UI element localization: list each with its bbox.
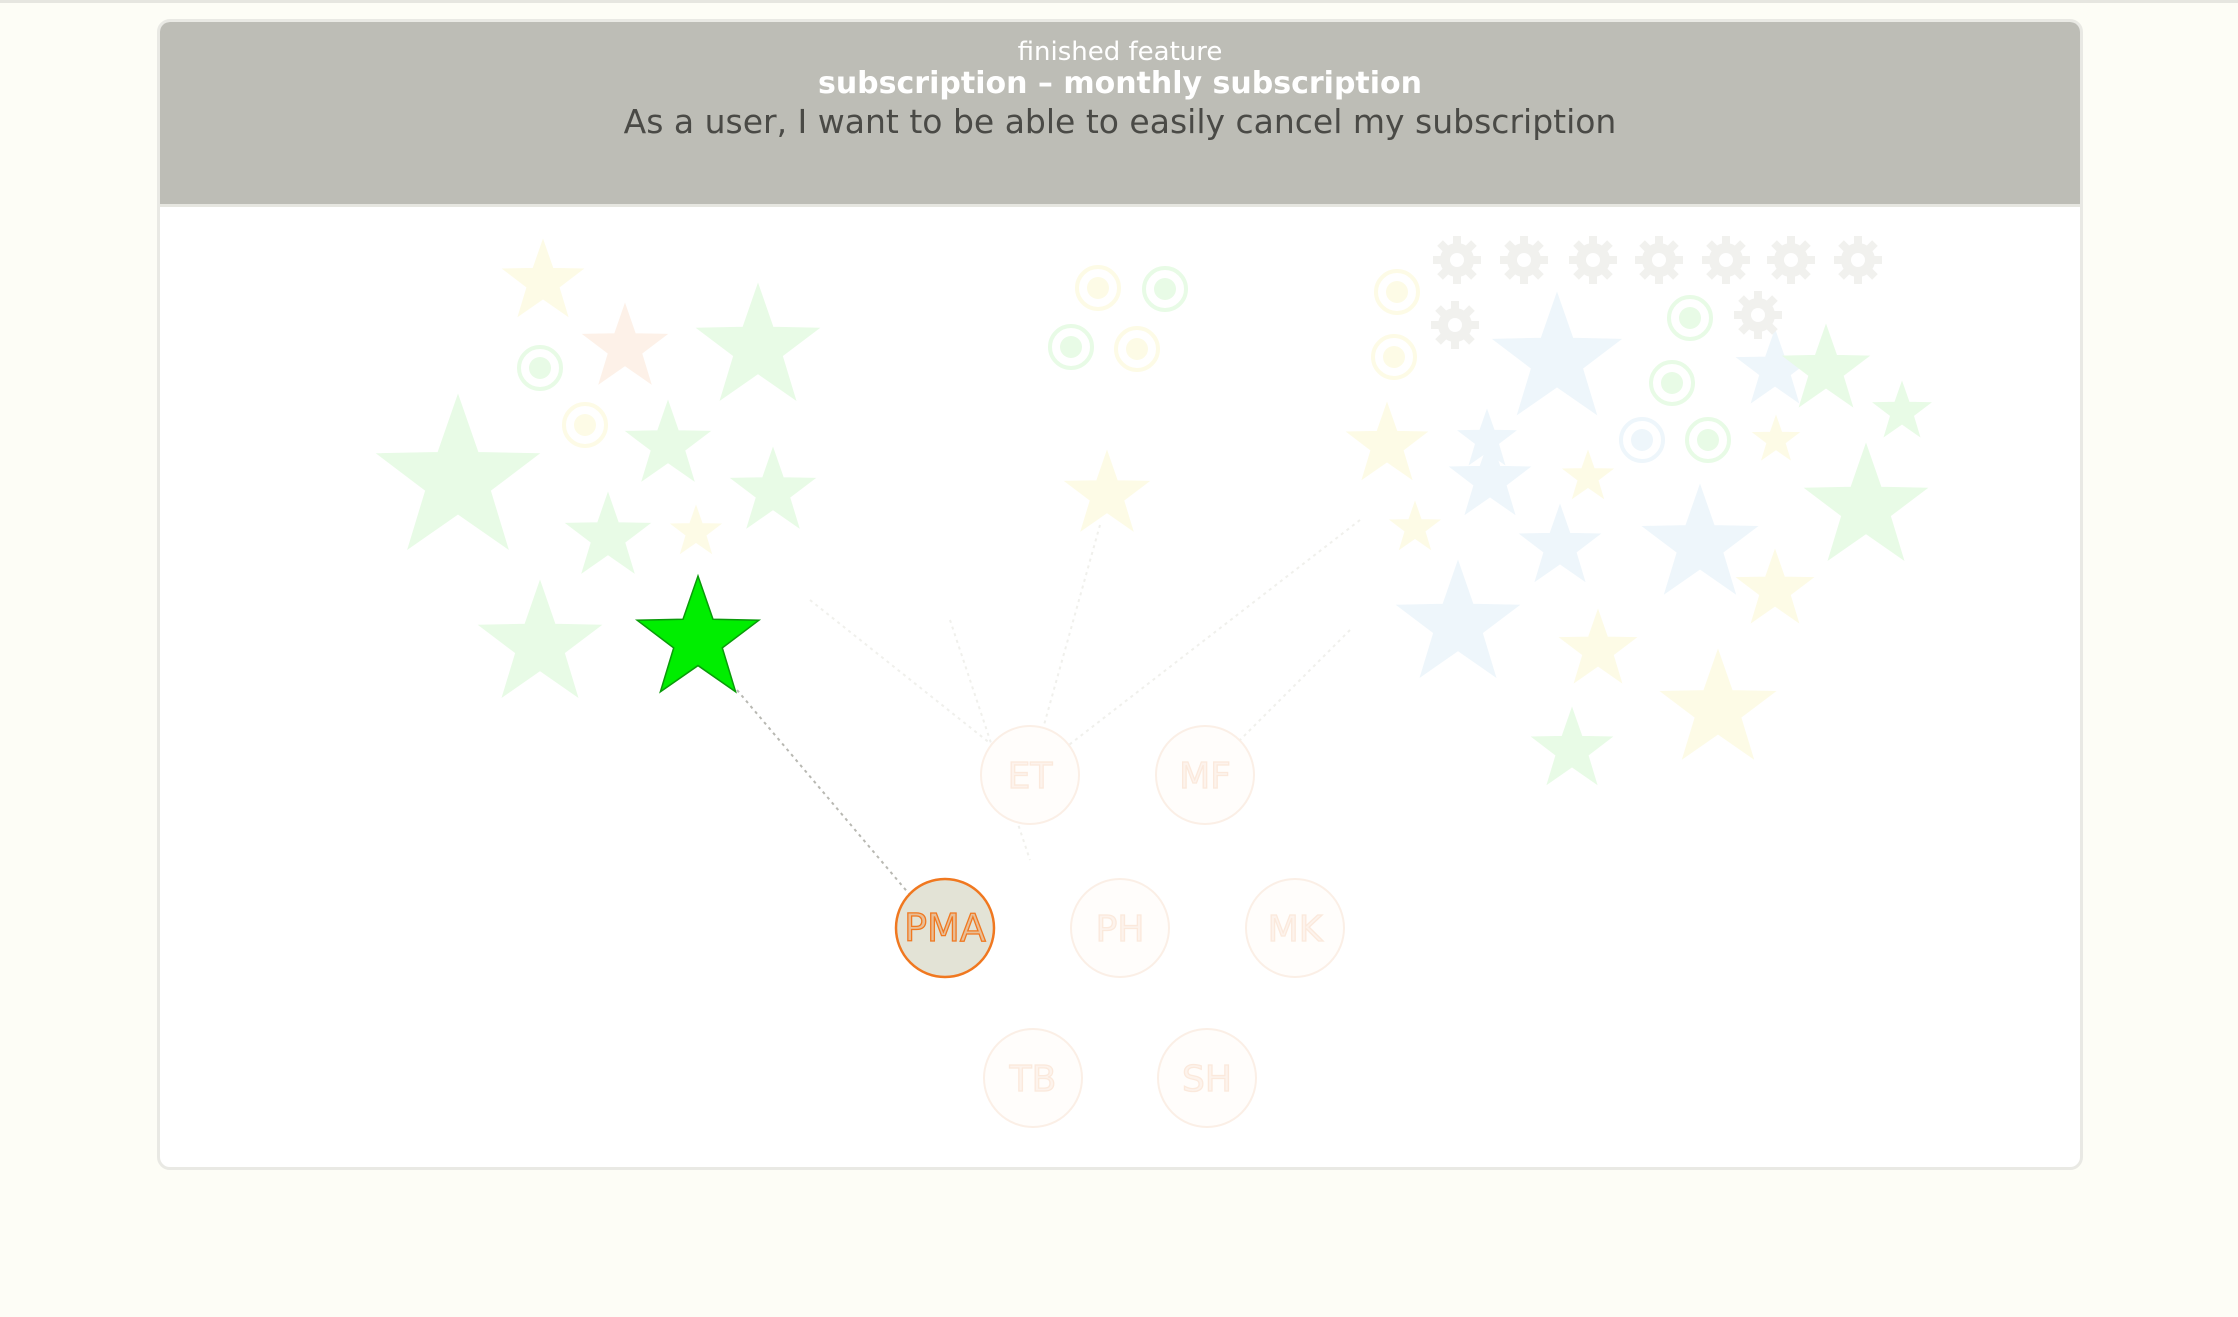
- star-icon: [1518, 503, 1602, 583]
- star-icon: [1530, 706, 1614, 786]
- active-link: [736, 689, 911, 896]
- ring-icon: [1048, 324, 1094, 370]
- gear-icon: [1767, 236, 1815, 284]
- gear-icon: [1431, 301, 1479, 349]
- team-member-initials: PMA: [904, 906, 986, 950]
- star-icon: [695, 282, 821, 402]
- star-icon: [1561, 449, 1615, 500]
- ring-icon: [517, 345, 563, 391]
- team-member-initials: MK: [1268, 909, 1324, 950]
- team-member-initials: MF: [1179, 756, 1231, 797]
- ring-icon: [1685, 417, 1731, 463]
- star-icon: [1751, 414, 1801, 461]
- star-icon: [1803, 442, 1929, 562]
- user-story-text: As a user, I want to be able to easily c…: [623, 102, 1617, 141]
- team-member-sh[interactable]: SH: [1157, 1028, 1257, 1128]
- star-icon: [1735, 548, 1815, 624]
- star-icon: [1388, 500, 1442, 551]
- star-icon: [501, 238, 585, 318]
- star-icon: [669, 504, 723, 555]
- gear-icon: [1433, 236, 1481, 284]
- gear-icon: [1734, 291, 1782, 339]
- team-member-initials: SH: [1182, 1059, 1232, 1100]
- star-icon: [624, 399, 712, 482]
- ring-icon: [1142, 266, 1188, 312]
- star-icon: [564, 491, 652, 574]
- gear-icon: [1500, 236, 1548, 284]
- feature-graph: ET MF PMA PH MK TB SH: [375, 236, 1932, 1128]
- star-icon: [1659, 648, 1777, 760]
- top-border: [0, 0, 2238, 3]
- gear-icon: [1834, 236, 1882, 284]
- ring-icon: [1374, 269, 1420, 315]
- ring-icon: [562, 402, 608, 448]
- feature-state-label: finished feature: [1017, 37, 1223, 67]
- team-member-mk[interactable]: MK: [1245, 878, 1345, 978]
- star-icon: [477, 579, 603, 699]
- ring-icon: [1075, 265, 1121, 311]
- ring-icon: [1667, 295, 1713, 341]
- gear-icon: [1702, 236, 1750, 284]
- ring-icon: [1371, 334, 1417, 380]
- feature-title: subscription – monthly subscription: [817, 66, 1423, 101]
- team-member-mf[interactable]: MF: [1155, 725, 1255, 825]
- feature-header: finished feature subscription – monthly …: [160, 22, 2080, 207]
- team-member-initials: TB: [1009, 1059, 1057, 1100]
- team-member-initials: ET: [1008, 756, 1054, 797]
- star-icon: [1063, 449, 1151, 532]
- ring-icon: [1619, 417, 1665, 463]
- ring-icon: [1114, 326, 1160, 372]
- star-icon: [375, 393, 541, 551]
- active-star-icon[interactable]: [634, 573, 762, 694]
- gear-icon: [1635, 236, 1683, 284]
- team-member-et[interactable]: ET: [980, 725, 1080, 825]
- team-member-initials: PH: [1096, 909, 1145, 950]
- team-member-pma[interactable]: PMA: [894, 877, 996, 979]
- star-icon: [1345, 401, 1429, 481]
- team-member-ph[interactable]: PH: [1070, 878, 1170, 978]
- star-icon: [1491, 291, 1623, 416]
- feature-panel: finished feature subscription – monthly …: [157, 19, 2083, 1170]
- star-icon: [1558, 608, 1638, 684]
- ring-icon: [1649, 360, 1695, 406]
- star-icon: [1872, 380, 1932, 438]
- star-icon: [581, 302, 669, 385]
- star-icon: [1395, 559, 1521, 679]
- star-icon: [1448, 436, 1532, 516]
- star-icon: [729, 446, 817, 529]
- gear-icon: [1569, 236, 1617, 284]
- team-member-tb[interactable]: TB: [983, 1028, 1083, 1128]
